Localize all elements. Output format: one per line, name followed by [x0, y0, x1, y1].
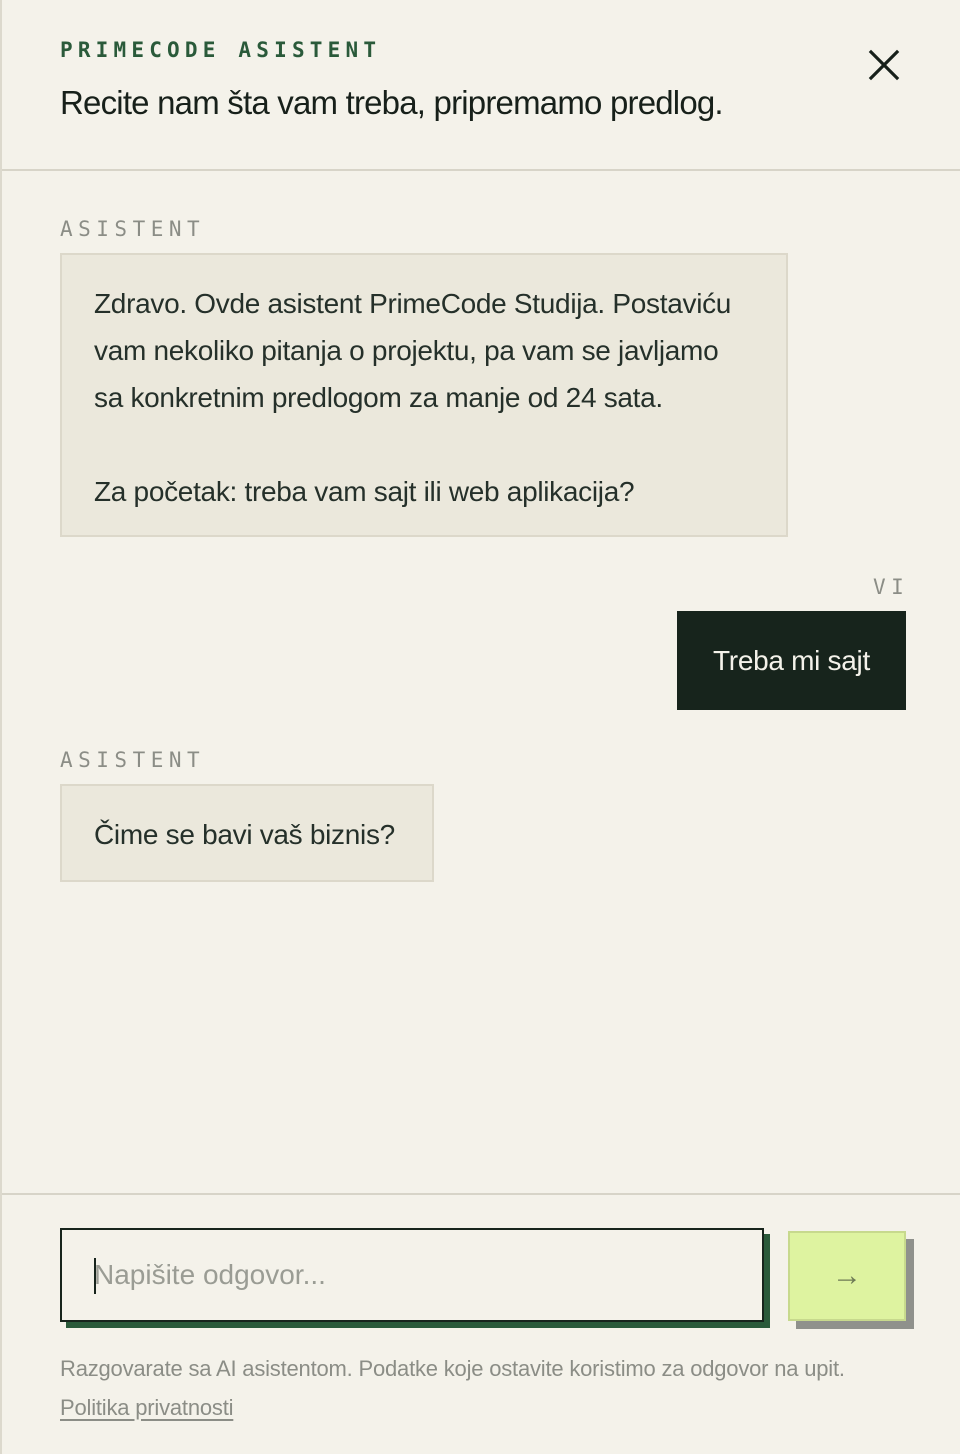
- message-role-label: ASISTENT: [60, 217, 206, 241]
- privacy-policy-link[interactable]: Politika privatnosti: [60, 1395, 234, 1420]
- reply-input[interactable]: [62, 1230, 762, 1320]
- assistant-panel: PRIMECODE ASISTENT Recite nam šta vam tr…: [0, 0, 960, 1454]
- user-message-bubble: Treba mi sajt: [677, 611, 906, 710]
- assistant-message-bubble: Čime se bavi vaš biznis?: [60, 784, 434, 882]
- disclaimer-label: Razgovarate sa AI asistentom. Podatke ko…: [60, 1356, 845, 1381]
- assistant-message-bubble: Zdravo. Ovde asistent PrimeCode Studija.…: [60, 253, 788, 537]
- arrow-right-icon: →: [832, 1259, 862, 1292]
- message-role-label: VI: [873, 575, 910, 599]
- composer-area: → Razgovarate sa AI asistentom. Podatke …: [2, 1193, 960, 1454]
- close-button[interactable]: [862, 44, 906, 88]
- disclaimer-text: Razgovarate sa AI asistentom. Podatke ko…: [60, 1349, 940, 1427]
- reply-input-wrapper: [60, 1228, 764, 1322]
- brand-label: PRIMECODE ASISTENT: [60, 38, 382, 62]
- message-list: ASISTENT Zdravo. Ovde asistent PrimeCode…: [2, 172, 960, 1192]
- text-caret: [94, 1258, 96, 1294]
- close-icon: [868, 49, 900, 81]
- message-role-label: ASISTENT: [60, 748, 206, 772]
- send-button[interactable]: →: [788, 1231, 906, 1321]
- chat-header: PRIMECODE ASISTENT Recite nam šta vam tr…: [2, 0, 960, 171]
- header-title: Recite nam šta vam treba, pripremamo pre…: [60, 84, 724, 121]
